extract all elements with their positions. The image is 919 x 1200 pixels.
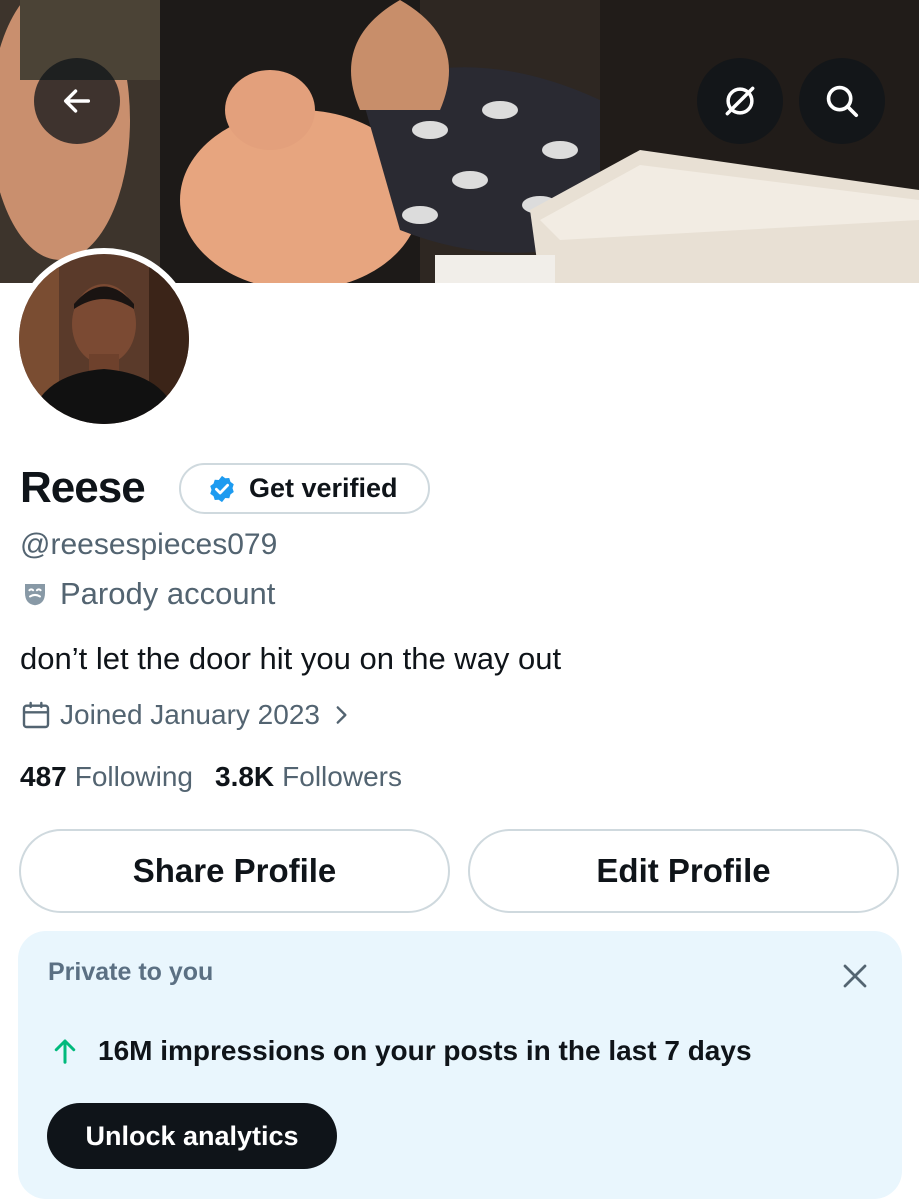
parody-label: Parody account <box>60 576 276 611</box>
calendar-icon <box>22 701 50 729</box>
back-button[interactable] <box>34 58 120 144</box>
edit-profile-button[interactable]: Edit Profile <box>468 829 899 913</box>
joined-date: Joined January 2023 <box>60 699 320 730</box>
following-label: Following <box>74 761 193 792</box>
share-profile-button[interactable]: Share Profile <box>19 829 450 913</box>
followers-link[interactable]: 3.8K Followers <box>215 757 402 797</box>
grok-button[interactable] <box>697 58 783 144</box>
banner-image <box>0 0 919 283</box>
impressions-row: 16M impressions on your posts in the las… <box>50 1035 752 1067</box>
profile-banner[interactable] <box>0 0 919 283</box>
followers-count: 3.8K <box>215 761 275 792</box>
followers-label: Followers <box>282 761 402 792</box>
close-button[interactable] <box>838 959 872 993</box>
avatar[interactable] <box>13 248 195 430</box>
parody-label-row: Parody account <box>20 574 275 614</box>
impressions-text: 16M impressions on your posts in the las… <box>98 1035 752 1066</box>
get-verified-button[interactable]: Get verified <box>179 463 430 514</box>
search-icon <box>826 85 859 118</box>
profile-page: Reese Get verified @reesespieces079 Paro… <box>0 0 919 1200</box>
private-card-title: Private to you <box>48 958 214 986</box>
avatar-image <box>19 254 189 424</box>
joined-date-row[interactable]: Joined January 2023 <box>20 695 354 735</box>
arrow-left-icon <box>63 89 91 113</box>
grok-icon <box>725 86 755 116</box>
verified-badge-icon <box>210 475 234 502</box>
follow-stats: 487 Following 3.8K Followers <box>20 757 402 797</box>
profile-bio: don’t let the door hit you on the way ou… <box>20 641 562 676</box>
unlock-analytics-button[interactable]: Unlock analytics <box>47 1103 337 1169</box>
get-verified-label: Get verified <box>249 473 398 503</box>
theater-mask-icon <box>25 584 45 606</box>
chevron-right-icon <box>336 706 347 724</box>
arrow-up-icon <box>54 1039 76 1064</box>
private-analytics-card: Private to you 16M impressions on your p… <box>18 931 902 1199</box>
display-name: Reese <box>20 463 146 512</box>
following-count: 487 <box>20 761 67 792</box>
user-handle: @reesespieces079 <box>20 528 278 561</box>
following-link[interactable]: 487 Following <box>20 757 193 797</box>
close-icon <box>843 964 867 988</box>
search-button[interactable] <box>799 58 885 144</box>
